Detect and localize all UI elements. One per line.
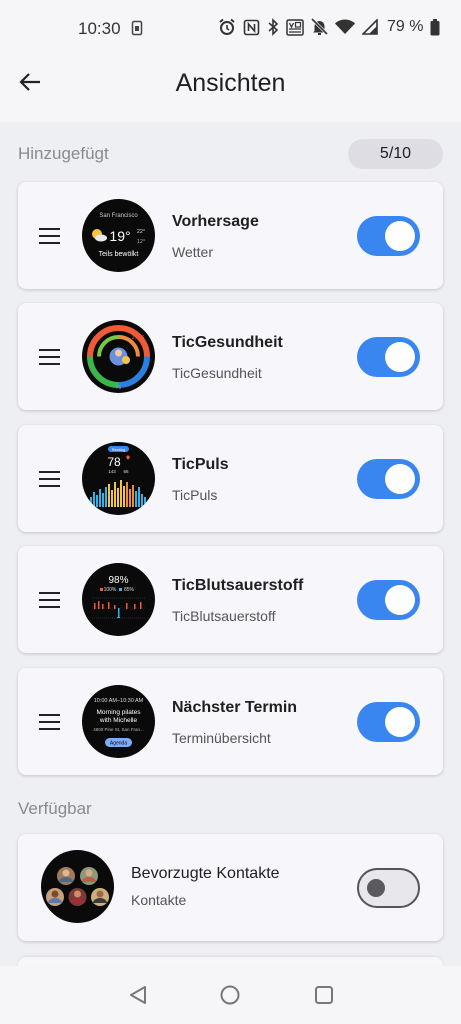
face-weather-high: 22° bbox=[137, 229, 145, 235]
tile-card-ticgesundheit[interactable]: 3,426 76 TicGesundheit TicGesundheit bbox=[18, 303, 443, 410]
tile-title: TicBlutsauerstoff bbox=[172, 577, 304, 594]
tile-toggle-forecast[interactable] bbox=[357, 216, 420, 256]
face-agenda-event-line2: with Michelle bbox=[99, 717, 138, 724]
app-bar: Ansichten bbox=[0, 60, 461, 122]
tile-title: Vorhersage bbox=[172, 213, 259, 230]
tile-toggle-ticblutsauerstoff[interactable] bbox=[357, 580, 420, 620]
watch-face-weather: San Francisco 19° 22° 12° Teils bewölkt bbox=[82, 199, 155, 272]
tile-title: Nächster Termin bbox=[172, 699, 298, 716]
face-weather-condition: Teils bewölkt bbox=[99, 251, 139, 258]
tile-subtitle: TicBlutsauerstoff bbox=[172, 608, 276, 624]
drag-handle-icon[interactable] bbox=[39, 714, 60, 730]
watch-face-spo2: 98% 100% 85% bbox=[82, 563, 155, 636]
face-pulse-label: Resting bbox=[112, 447, 126, 452]
face-spo2-high: 100% bbox=[104, 587, 117, 593]
watch-face-contacts bbox=[41, 850, 114, 923]
tile-card-forecast[interactable]: San Francisco 19° 22° 12° Teils bewölkt … bbox=[18, 182, 443, 289]
face-weather-low: 12° bbox=[137, 239, 145, 245]
drag-handle-icon[interactable] bbox=[39, 228, 60, 244]
battery-percent: 79 % bbox=[387, 18, 424, 35]
tile-subtitle: Terminübersicht bbox=[172, 730, 271, 746]
nav-recents-icon[interactable] bbox=[313, 984, 335, 1006]
status-bar: 10:30 79 % bbox=[0, 0, 461, 60]
face-spo2-low: 85% bbox=[124, 587, 135, 593]
bluetooth-icon bbox=[267, 18, 279, 36]
face-spo2-percent: 98% bbox=[108, 575, 128, 586]
tile-title: TicGesundheit bbox=[172, 334, 283, 351]
battery-icon bbox=[430, 18, 440, 36]
page-title: Ansichten bbox=[175, 69, 286, 97]
tile-subtitle: TicGesundheit bbox=[172, 365, 262, 381]
tile-card-ticpuls[interactable]: Resting 78 143 66 TicPuls TicPuls bbox=[18, 425, 443, 532]
tile-card-next-appointment[interactable]: 10:00 AM–10:30 AM Morning pilates with M… bbox=[18, 668, 443, 775]
wifi-icon bbox=[335, 19, 355, 35]
section-title-available: Verfügbar bbox=[18, 799, 92, 818]
tile-toggle-favorite-contacts[interactable] bbox=[357, 868, 420, 908]
face-agenda-time: 10:00 AM–10:30 AM bbox=[94, 698, 144, 704]
face-pulse-max: 143 bbox=[108, 469, 116, 474]
watch-face-pulse: Resting 78 143 66 bbox=[82, 442, 155, 515]
drag-handle-icon[interactable] bbox=[39, 349, 60, 365]
nav-back-icon[interactable] bbox=[127, 984, 149, 1006]
face-weather-temp: 19° bbox=[109, 228, 130, 244]
watch-face-agenda: 10:00 AM–10:30 AM Morning pilates with M… bbox=[82, 685, 155, 758]
face-agenda-location: 4800 Pine St, San Fran... bbox=[93, 727, 144, 732]
nfc-icon bbox=[243, 19, 260, 36]
device-icon bbox=[131, 20, 143, 41]
watch-face-health: 3,426 76 bbox=[82, 320, 155, 393]
status-icons: 79 % bbox=[218, 18, 440, 36]
face-pulse-min: 66 bbox=[123, 469, 129, 474]
drag-handle-icon[interactable] bbox=[39, 471, 60, 487]
signal-icon bbox=[362, 19, 378, 35]
tile-subtitle: Wetter bbox=[172, 244, 213, 260]
face-health-value-top: 3,426 bbox=[132, 335, 145, 341]
face-agenda-button: Agenda bbox=[110, 741, 127, 747]
tile-card-favorite-contacts[interactable]: Bevorzugte Kontakte Kontakte bbox=[18, 834, 443, 941]
system-nav-bar bbox=[0, 966, 461, 1024]
section-title-added: Hinzugefügt bbox=[18, 144, 109, 163]
volte-icon bbox=[286, 18, 304, 36]
tile-title: TicPuls bbox=[172, 456, 229, 473]
face-weather-city: San Francisco bbox=[99, 213, 138, 219]
tile-subtitle: TicPuls bbox=[172, 487, 218, 503]
mute-icon bbox=[311, 18, 328, 36]
tile-toggle-ticgesundheit[interactable] bbox=[357, 337, 420, 377]
tile-toggle-ticpuls[interactable] bbox=[357, 459, 420, 499]
status-time: 10:30 bbox=[78, 19, 121, 38]
drag-handle-icon[interactable] bbox=[39, 592, 60, 608]
tile-card-ticblutsauerstoff[interactable]: 98% 100% 85% TicBlutsauerstoff TicBlutsa… bbox=[18, 546, 443, 653]
face-pulse-bpm: 78 bbox=[107, 455, 121, 469]
added-counter-badge: 5/10 bbox=[348, 139, 443, 169]
tile-title: Bevorzugte Kontakte bbox=[131, 865, 280, 882]
face-health-value-bottom: 76 bbox=[116, 385, 122, 391]
nav-home-icon[interactable] bbox=[219, 984, 241, 1006]
tile-subtitle: Kontakte bbox=[131, 892, 187, 908]
face-agenda-event-line1: Morning pilates bbox=[96, 709, 141, 716]
tile-toggle-next-appointment[interactable] bbox=[357, 702, 420, 742]
alarm-icon bbox=[218, 18, 236, 36]
